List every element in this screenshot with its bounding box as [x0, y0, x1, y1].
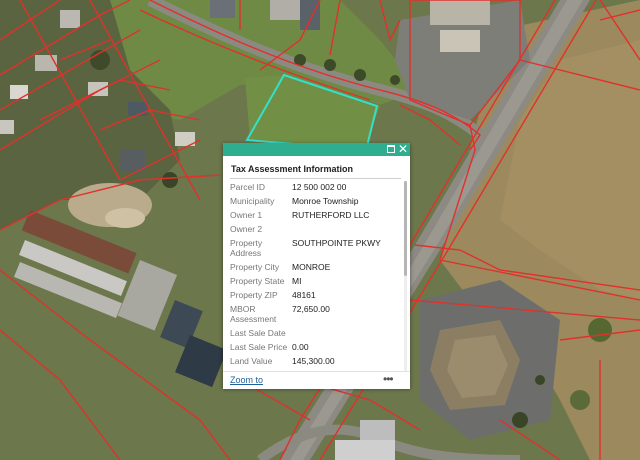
attribute-value: 145,300.00: [292, 356, 335, 366]
attribute-row: Parcel ID 12 500 002 00: [230, 182, 400, 192]
attribute-row: Property State MI: [230, 276, 400, 286]
popup-footer: Zoom to •••: [223, 371, 410, 389]
attribute-value: 0.00: [292, 342, 309, 352]
attribute-value: 12 500 002 00: [292, 182, 347, 192]
attribute-row: Property City MONROE: [230, 262, 400, 272]
attribute-label: Last Sale Date: [230, 328, 286, 338]
attribute-row: Owner 2: [230, 224, 400, 234]
attribute-row: Property Address SOUTHPOINTE PKWY: [230, 238, 400, 258]
attribute-label: MBOR Assessment: [230, 304, 277, 324]
attribute-row: Property ZIP 48161: [230, 290, 400, 300]
attribute-row: Last Sale Date: [230, 328, 400, 338]
scrollbar-thumb[interactable]: [404, 181, 407, 276]
attribute-row: Land Value 145,300.00: [230, 356, 400, 366]
attribute-label: Property State: [230, 276, 285, 286]
attribute-row: Last Sale Price 0.00: [230, 342, 400, 352]
attribute-value: SOUTHPOINTE PKWY: [292, 238, 381, 248]
attribute-label: Land Value: [230, 356, 273, 366]
popup-title: Tax Assessment Information: [231, 164, 354, 174]
close-icon[interactable]: ✕: [397, 143, 409, 156]
attribute-label: Property Address: [230, 238, 263, 258]
tax-assessment-popup: ✕ Tax Assessment Information Parcel ID 12…: [223, 143, 410, 389]
attribute-row: Owner 1 RUTHERFORD LLC: [230, 210, 400, 220]
attribute-label: Parcel ID: [230, 182, 265, 192]
attribute-value: [292, 328, 400, 338]
attribute-label: Owner 1: [230, 210, 263, 220]
attribute-row: Municipality Monroe Township: [230, 196, 400, 206]
attribute-label: Municipality: [230, 196, 275, 206]
attribute-label: Property City: [230, 262, 280, 272]
attribute-label: Last Sale Price: [230, 342, 288, 352]
attribute-row: MBOR Assessment 72,650.00: [230, 304, 400, 324]
maximize-icon[interactable]: [385, 143, 397, 156]
popup-header: ✕: [223, 143, 410, 156]
attribute-value: MI: [292, 276, 302, 286]
attribute-value: Monroe Township: [292, 196, 359, 206]
attribute-label: Property ZIP: [230, 290, 278, 300]
zoom-to-link[interactable]: Zoom to: [230, 375, 263, 385]
more-options-icon[interactable]: •••: [383, 372, 394, 386]
attribute-table: Parcel ID 12 500 002 00 Municipality Monro…: [230, 182, 400, 370]
attribute-label: Owner 2: [230, 224, 263, 234]
attribute-value: 72,650.00: [292, 304, 330, 314]
attribute-value: MONROE: [292, 262, 331, 272]
attribute-value: [292, 224, 400, 234]
attribute-value: RUTHERFORD LLC: [292, 210, 370, 220]
attribute-value: 48161: [292, 290, 316, 300]
popup-divider: [230, 178, 401, 179]
